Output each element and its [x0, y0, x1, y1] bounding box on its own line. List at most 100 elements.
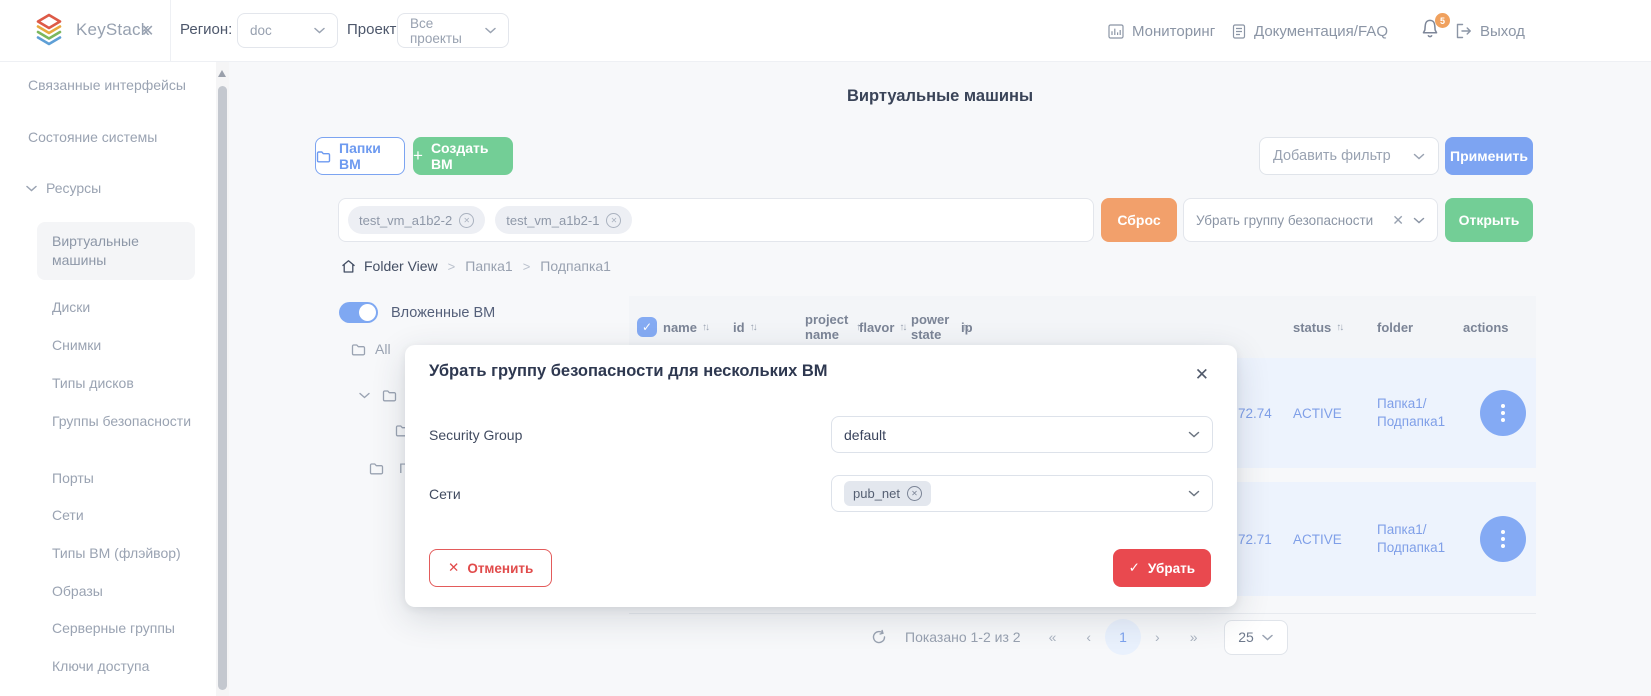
refresh-icon[interactable]: [871, 629, 887, 645]
modal-close-icon[interactable]: ✕: [1195, 365, 1209, 385]
sidebar-item-linked-interfaces[interactable]: Связанные интерфейсы: [28, 77, 186, 93]
notifications-count-badge: 5: [1435, 13, 1450, 28]
breadcrumb-subfolder1[interactable]: Подпапка1: [540, 258, 611, 274]
next-page-button[interactable]: ›: [1155, 629, 1160, 645]
apply-label: Применить: [1450, 148, 1528, 164]
security-group-select[interactable]: default: [831, 416, 1213, 453]
page-title: Виртуальные машины: [229, 87, 1651, 106]
remove-security-group-modal: Убрать группу безопасности для нескольки…: [405, 345, 1237, 607]
folder-tree-item[interactable]: П: [369, 460, 409, 476]
add-filter-select[interactable]: Добавить фильтр: [1259, 137, 1439, 175]
sort-icon[interactable]: ↑↓: [899, 322, 905, 333]
breadcrumb: Folder View > Папка1 > Подпапка1: [341, 258, 611, 274]
chevron-down-icon: [485, 27, 496, 34]
row-actions-kebab-button[interactable]: [1480, 516, 1526, 562]
sidebar-item-virtual-machines[interactable]: Виртуальные машины: [37, 222, 195, 280]
sidebar-item-label: Виртуальные машины: [52, 232, 195, 270]
reset-label: Сброс: [1117, 212, 1160, 228]
nested-vms-label: Вложенные ВМ: [391, 305, 495, 321]
modal-title: Убрать группу безопасности для нескольки…: [429, 362, 828, 381]
open-label: Открыть: [1459, 212, 1520, 228]
security-group-label: Security Group: [429, 416, 522, 453]
cell-folder[interactable]: Папка1/Подпапка1: [1377, 482, 1457, 596]
folder-tree-item-expanded[interactable]: [359, 389, 397, 402]
sidebar-item-server-groups[interactable]: Серверные группы: [52, 619, 202, 638]
topbar: KeyStack ✕ Регион: doc Проект: Все проек…: [0, 0, 1651, 62]
prev-page-button[interactable]: ‹: [1086, 629, 1091, 645]
breadcrumb-folder-view[interactable]: Folder View: [341, 258, 438, 274]
filter-chip-label: test_vm_a1b2-2: [359, 213, 452, 228]
sidebar-item-snapshots[interactable]: Снимки: [52, 336, 202, 355]
scrollbar-thumb[interactable]: [218, 86, 227, 690]
sidebar-item-ports[interactable]: Порты: [52, 469, 202, 488]
filter-input[interactable]: test_vm_a1b2-2 ✕ test_vm_a1b2-1 ✕: [338, 198, 1094, 242]
breadcrumb-folder1[interactable]: Папка1: [465, 258, 512, 274]
sidebar-collapse-icon[interactable]: ✕: [141, 21, 154, 41]
scroll-up-arrow-icon[interactable]: [218, 70, 226, 77]
sidebar-item-security-groups[interactable]: Группы безопасности: [52, 412, 202, 431]
sidebar-item-disk-types[interactable]: Типы дисков: [52, 374, 202, 393]
column-header-status[interactable]: status↑↓: [1293, 296, 1342, 358]
networks-multiselect[interactable]: pub_net ✕: [831, 475, 1213, 512]
sidebar-item-vm-types[interactable]: Типы ВМ (флэйвор): [52, 544, 202, 563]
sort-icon[interactable]: ↑↓: [702, 322, 708, 333]
reset-button[interactable]: Сброс: [1101, 198, 1177, 242]
current-page-button[interactable]: 1: [1105, 619, 1141, 655]
project-select[interactable]: Все проекты: [397, 13, 509, 48]
page-size-select[interactable]: 25: [1224, 620, 1288, 655]
cross-icon: ✕: [448, 560, 459, 576]
chevron-down-icon: [1188, 490, 1200, 497]
network-chip-label: pub_net: [853, 486, 900, 501]
sidebar-item-system-status[interactable]: Состояние системы: [28, 129, 157, 145]
docs-label: Документация/FAQ: [1254, 23, 1388, 40]
remove-submit-button[interactable]: ✓ Убрать: [1113, 549, 1211, 587]
chevron-down-icon: [314, 27, 325, 34]
clear-selection-icon[interactable]: ✕: [1392, 212, 1404, 229]
remove-chip-icon[interactable]: ✕: [606, 213, 621, 228]
sidebar-item-disks[interactable]: Диски: [52, 298, 202, 317]
row-actions-kebab-button[interactable]: [1480, 390, 1526, 436]
filter-chip: test_vm_a1b2-2 ✕: [348, 206, 485, 234]
sidebar-item-images[interactable]: Образы: [52, 582, 202, 601]
remove-chip-icon[interactable]: ✕: [907, 486, 922, 501]
folder-tree-item-all[interactable]: All: [351, 341, 391, 357]
topbar-divider: [170, 0, 171, 62]
pagination-summary: Показано 1-2 из 2: [905, 629, 1021, 645]
status-badge: ACTIVE: [1293, 358, 1342, 468]
sidebar-item-access-keys[interactable]: Ключи доступа: [52, 657, 202, 676]
project-value: Все проекты: [410, 16, 485, 46]
check-icon: ✓: [1129, 560, 1140, 576]
logout-button[interactable]: Выход: [1455, 0, 1525, 62]
folder-icon: [316, 150, 331, 163]
nav-docs[interactable]: Документация/FAQ: [1232, 0, 1388, 62]
remove-chip-icon[interactable]: ✕: [459, 213, 474, 228]
home-icon: [341, 259, 356, 274]
add-filter-placeholder: Добавить фильтр: [1273, 148, 1391, 164]
cancel-label: Отменить: [467, 561, 533, 576]
notifications-bell-icon[interactable]: 5: [1420, 18, 1446, 44]
open-button[interactable]: Открыть: [1445, 198, 1533, 242]
bulk-action-select[interactable]: Убрать группу безопасности ✕: [1183, 198, 1438, 242]
sidebar-scrollbar[interactable]: [216, 62, 229, 696]
select-all-checkbox[interactable]: ✓: [637, 317, 657, 337]
toggle-knob: [359, 304, 376, 321]
chevron-down-icon: [1413, 217, 1425, 224]
folder-icon: [382, 389, 397, 402]
nav-monitoring[interactable]: Мониторинг: [1108, 0, 1215, 62]
column-header-folder[interactable]: folder: [1377, 296, 1413, 358]
apply-button[interactable]: Применить: [1445, 137, 1533, 175]
app-window: KeyStack ✕ Регион: doc Проект: Все проек…: [0, 0, 1651, 696]
nested-vms-toggle[interactable]: [339, 302, 378, 323]
sidebar-item-resources[interactable]: Ресурсы: [26, 180, 101, 196]
first-page-button[interactable]: «: [1049, 629, 1057, 645]
cell-folder[interactable]: Папка1/Подпапка1: [1377, 358, 1457, 468]
keystack-logo-icon: [34, 13, 64, 46]
region-select[interactable]: doc: [237, 13, 338, 48]
sort-icon[interactable]: ↑↓: [1336, 322, 1342, 333]
sort-icon[interactable]: ↑↓: [750, 322, 756, 333]
create-vm-button[interactable]: + Создать ВМ: [413, 137, 513, 175]
sidebar-item-networks[interactable]: Сети: [52, 506, 202, 525]
vm-folders-button[interactable]: Папки ВМ: [315, 137, 405, 175]
last-page-button[interactable]: »: [1190, 629, 1198, 645]
cancel-button[interactable]: ✕ Отменить: [429, 549, 552, 587]
